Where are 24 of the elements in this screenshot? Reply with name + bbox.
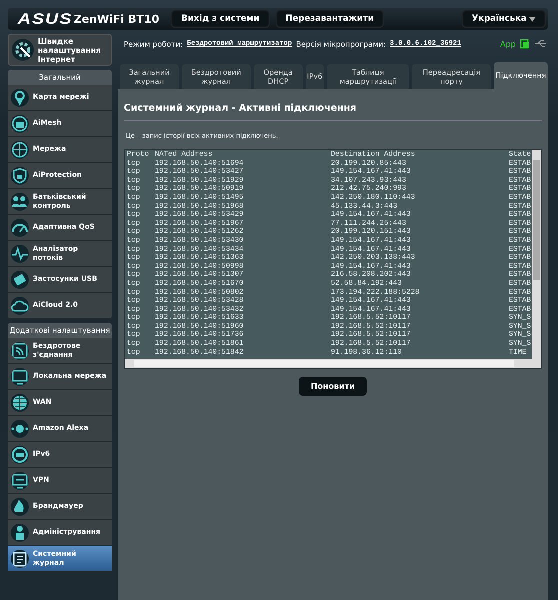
vertical-scrollbar[interactable] xyxy=(532,150,541,359)
gauge-icon xyxy=(11,218,29,236)
notepad-icon xyxy=(11,550,29,568)
model-name: ZenWiFi BT10 xyxy=(74,12,160,26)
shield-icon xyxy=(11,166,29,184)
horizontal-scrollbar[interactable] xyxy=(125,359,541,368)
header-button[interactable]: Перезавантажити xyxy=(276,10,384,28)
usb-icon xyxy=(534,40,548,48)
monitor-icon xyxy=(11,472,29,490)
caret-icon xyxy=(529,16,536,22)
panel-title: Системний журнал - Активні підключення xyxy=(124,103,542,121)
monitor-icon xyxy=(11,368,29,386)
wifi-icon xyxy=(11,342,29,360)
app-label[interactable]: App xyxy=(500,40,516,48)
refresh-button[interactable]: Поновити xyxy=(299,377,367,396)
header-button[interactable]: Вихід з системи xyxy=(171,10,270,28)
gear-icon xyxy=(12,39,34,61)
cloud-icon xyxy=(11,296,29,314)
people-icon xyxy=(11,192,29,210)
map-pin-icon xyxy=(11,88,29,106)
language-dropdown[interactable]: Українська xyxy=(462,10,546,28)
flame-icon xyxy=(11,498,29,516)
pulse-icon xyxy=(11,244,29,262)
log-area[interactable] xyxy=(124,149,542,369)
